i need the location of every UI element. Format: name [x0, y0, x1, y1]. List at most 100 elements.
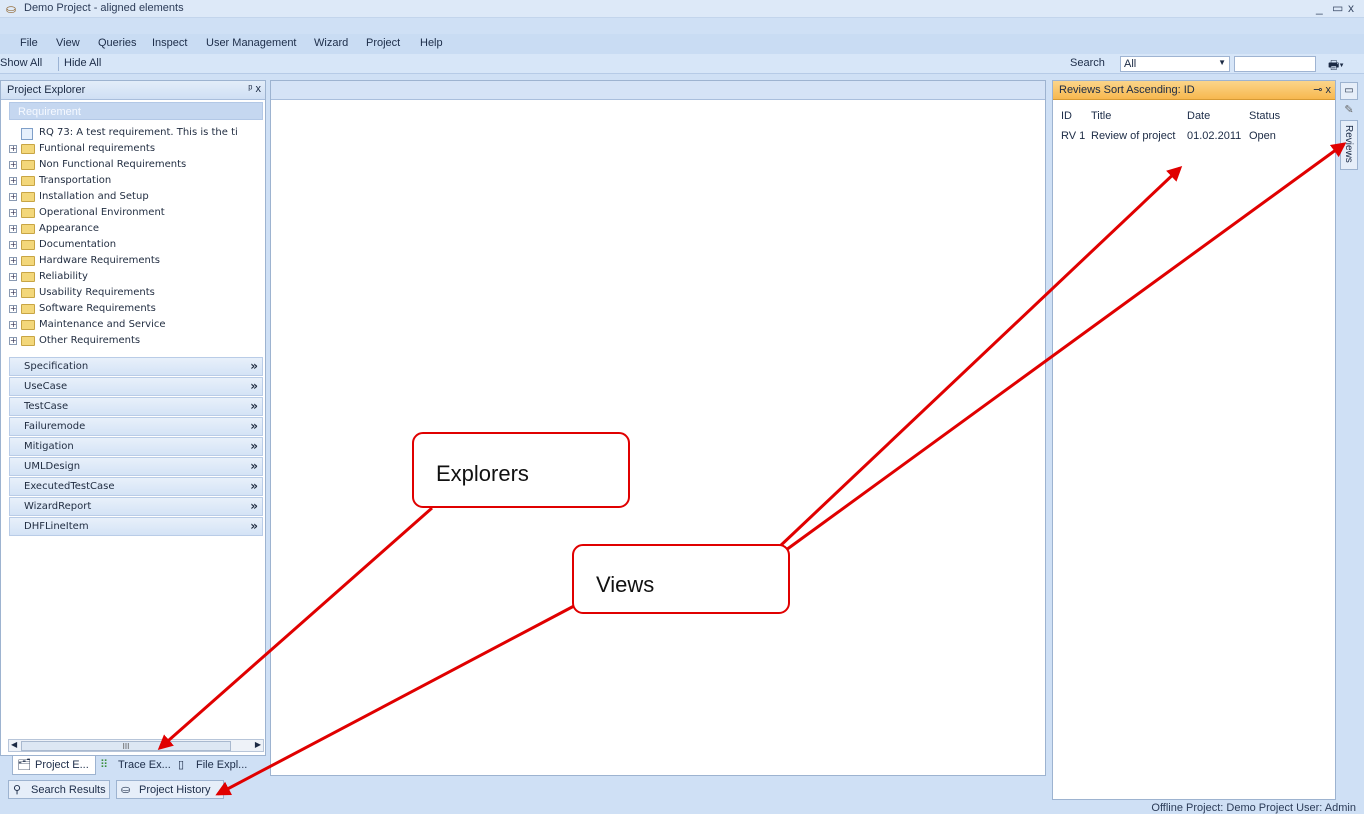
- section-testcase[interactable]: TestCase »: [9, 397, 263, 416]
- section-label: TestCase: [24, 401, 69, 412]
- close-icon[interactable]: x: [256, 83, 262, 95]
- section-umldesign[interactable]: UMLDesign »: [9, 457, 263, 476]
- tab-project-explorer[interactable]: 🗂 Project E...: [12, 756, 96, 775]
- hide-all-button[interactable]: Hide All: [64, 57, 101, 69]
- folder-icon: [21, 208, 35, 218]
- chevron-down-icon: »: [250, 379, 258, 393]
- tree-item[interactable]: + Operational Environment: [9, 207, 263, 221]
- tree-item-label: Other Requirements: [39, 335, 141, 346]
- tab-label: Project E...: [35, 759, 89, 771]
- expand-icon[interactable]: +: [9, 305, 17, 313]
- section-label: UMLDesign: [24, 461, 81, 472]
- reviews-view-title: Reviews Sort Ascending: ID: [1059, 84, 1195, 96]
- tree-item[interactable]: + Maintenance and Service: [9, 319, 263, 333]
- menu-help[interactable]: Help: [420, 37, 443, 49]
- scrollbar-thumb[interactable]: III: [21, 741, 231, 751]
- show-all-button[interactable]: Show All: [0, 57, 42, 69]
- comment-icon[interactable]: ▭: [1340, 82, 1358, 100]
- section-requirement[interactable]: Requirement: [9, 102, 263, 120]
- tab-search-results[interactable]: ⚲ Search Results: [8, 780, 110, 799]
- tab-trace-explorer[interactable]: ⠿ Trace Ex...: [96, 756, 174, 775]
- maximize-button[interactable]: ▭: [1332, 1, 1343, 15]
- menu-user-management[interactable]: User Management: [206, 37, 297, 49]
- expand-icon[interactable]: +: [9, 337, 17, 345]
- tree-item[interactable]: + Documentation: [9, 239, 263, 253]
- expand-icon[interactable]: +: [9, 273, 17, 281]
- column-title[interactable]: Title: [1091, 110, 1111, 122]
- tree-item[interactable]: + Reliability: [9, 271, 263, 285]
- section-failuremode[interactable]: Failuremode »: [9, 417, 263, 436]
- close-button[interactable]: x: [1348, 1, 1354, 15]
- chevron-down-icon: »: [250, 499, 258, 513]
- section-specification[interactable]: Specification »: [9, 357, 263, 376]
- tree-item-label: Installation and Setup: [39, 191, 149, 202]
- horizontal-scrollbar[interactable]: ◀ III ▶: [8, 739, 264, 752]
- search-input[interactable]: [1234, 56, 1316, 72]
- section-wizardreport[interactable]: WizardReport »: [9, 497, 263, 516]
- section-label: Failuremode: [24, 421, 86, 432]
- table-row[interactable]: RV 1 Review of project 01.02.2011 Open: [1053, 125, 1335, 145]
- cell-id: RV 1: [1061, 130, 1086, 142]
- expand-icon[interactable]: +: [9, 145, 17, 153]
- panel-pin-close[interactable]: ᵖ x: [248, 83, 261, 95]
- menu-project[interactable]: Project: [366, 37, 400, 49]
- pin-icon[interactable]: ᵖ: [248, 83, 252, 95]
- project-explorer-title: Project Explorer: [7, 84, 86, 96]
- menu-queries[interactable]: Queries: [98, 37, 137, 49]
- tree-item[interactable]: + Non Functional Requirements: [9, 159, 263, 173]
- tree-item[interactable]: + Installation and Setup: [9, 191, 263, 205]
- section-mitigation[interactable]: Mitigation »: [9, 437, 263, 456]
- search-scope-select[interactable]: All ▼: [1120, 56, 1230, 72]
- panel-pin-close[interactable]: ⊸ x: [1313, 83, 1331, 96]
- column-status[interactable]: Status: [1249, 110, 1280, 122]
- project-explorer-header: Project Explorer ᵖ x: [1, 81, 265, 100]
- chevron-down-icon: »: [250, 459, 258, 473]
- tree-item[interactable]: + Transportation: [9, 175, 263, 189]
- expand-icon[interactable]: +: [9, 193, 17, 201]
- tree-item[interactable]: + Software Requirements: [9, 303, 263, 317]
- menu-file[interactable]: File: [20, 37, 38, 49]
- folder-icon: [21, 240, 35, 250]
- column-id[interactable]: ID: [1061, 110, 1072, 122]
- section-executedtestcase[interactable]: ExecutedTestCase »: [9, 477, 263, 496]
- chevron-down-icon: »: [250, 479, 258, 493]
- search-tool-icon[interactable]: 🖶▾: [1328, 56, 1344, 77]
- expand-icon[interactable]: +: [9, 161, 17, 169]
- tree-item[interactable]: + Appearance: [9, 223, 263, 237]
- tab-project-history[interactable]: ⛀ Project History: [116, 780, 224, 799]
- tree-item[interactable]: + Funtional requirements: [9, 143, 263, 157]
- folder-icon: [21, 288, 35, 298]
- menu-inspect[interactable]: Inspect: [152, 37, 187, 49]
- minimize-button[interactable]: _: [1316, 1, 1323, 15]
- folder-icon: [21, 160, 35, 170]
- toolbar-separator: [58, 57, 59, 71]
- tree-item[interactable]: RQ 73: A test requirement. This is the t…: [9, 127, 263, 141]
- tab-label: Search Results: [31, 784, 106, 796]
- folder-icon: [21, 224, 35, 234]
- tree-item[interactable]: + Hardware Requirements: [9, 255, 263, 269]
- scroll-right-icon[interactable]: ▶: [255, 740, 261, 749]
- expand-icon[interactable]: +: [9, 241, 17, 249]
- expand-icon[interactable]: +: [9, 257, 17, 265]
- menu-wizard[interactable]: Wizard: [314, 37, 348, 49]
- side-tab-reviews[interactable]: Reviews: [1340, 120, 1358, 170]
- expand-icon[interactable]: +: [9, 177, 17, 185]
- section-dhflineitem[interactable]: DHFLineItem »: [9, 517, 263, 536]
- section-label: Specification: [24, 361, 89, 372]
- scroll-left-icon[interactable]: ◀: [11, 740, 17, 749]
- pin-icon[interactable]: ⊸: [1313, 84, 1322, 96]
- expand-icon[interactable]: +: [9, 225, 17, 233]
- tree-item[interactable]: + Usability Requirements: [9, 287, 263, 301]
- section-usecase[interactable]: UseCase »: [9, 377, 263, 396]
- menu-view[interactable]: View: [56, 37, 80, 49]
- expand-icon[interactable]: +: [9, 321, 17, 329]
- column-date[interactable]: Date: [1187, 110, 1210, 122]
- tab-file-explorer[interactable]: ▯ File Expl...: [174, 756, 256, 775]
- close-icon[interactable]: x: [1326, 84, 1332, 96]
- expand-icon[interactable]: +: [9, 289, 17, 297]
- document-area[interactable]: [270, 80, 1046, 776]
- tree-item[interactable]: + Other Requirements: [9, 335, 263, 349]
- attachment-icon[interactable]: ✎: [1340, 102, 1358, 120]
- side-tab-label: Reviews: [1343, 125, 1354, 163]
- expand-icon[interactable]: +: [9, 209, 17, 217]
